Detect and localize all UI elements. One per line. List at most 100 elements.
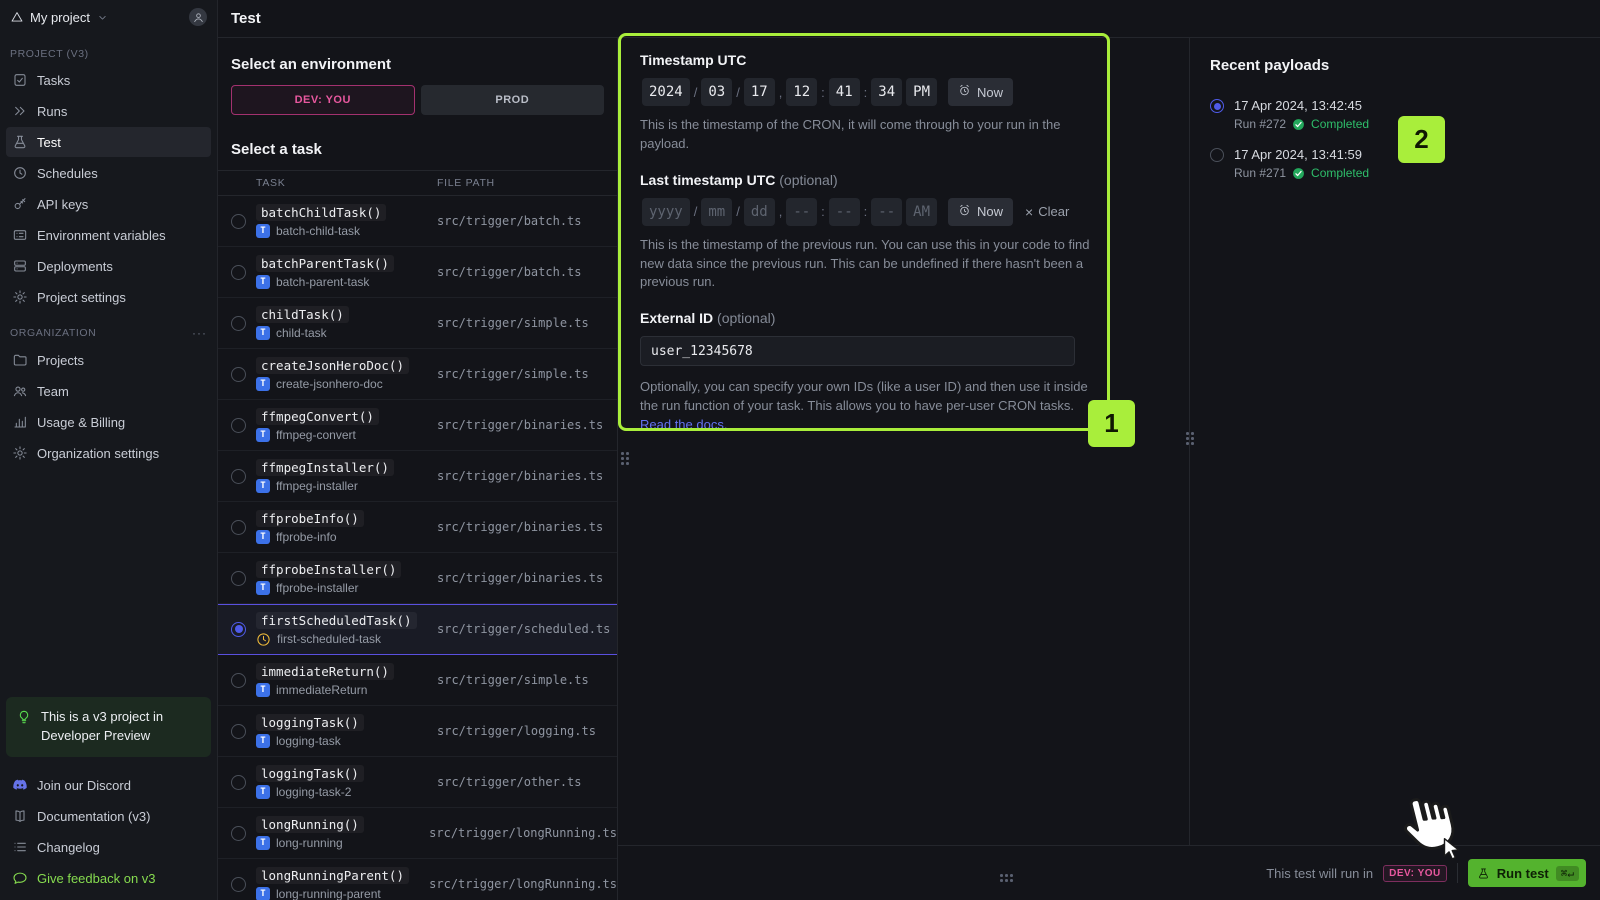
sidebar-item-changelog[interactable]: Changelog	[6, 832, 211, 862]
task-type-badge: T	[256, 887, 270, 900]
task-table-header: TASK FILE PATH	[218, 170, 617, 196]
payload-run-number: Run #271	[1234, 166, 1287, 180]
timestamp-label: Timestamp UTC	[640, 52, 747, 68]
task-row-long-running[interactable]: longRunning() Tlong-running src/trigger/lo…	[218, 808, 617, 859]
external-id-label: External ID (optional)	[640, 310, 776, 327]
key-icon	[12, 196, 28, 212]
task-row-first-scheduled-task[interactable]: firstScheduledTask() first-scheduled-task…	[218, 604, 617, 655]
task-id: ffmpeg-convert	[276, 428, 356, 442]
now-button[interactable]: Now	[948, 78, 1014, 106]
payload-item-run-271[interactable]: 17 Apr 2024, 13:41:59 Run #271 Completed	[1210, 147, 1600, 180]
task-id: create-jsonhero-doc	[276, 377, 383, 391]
task-file-path: src/trigger/binaries.ts	[437, 418, 604, 432]
task-row-batch-parent-task[interactable]: batchParentTask() Tbatch-parent-task src/t…	[218, 247, 617, 298]
divider	[1456, 863, 1458, 883]
task-radio[interactable]	[231, 468, 246, 484]
payload-run-number: Run #272	[1234, 117, 1287, 131]
alarm-clock-icon	[958, 204, 971, 220]
datetime-segment[interactable]: 12	[786, 78, 818, 106]
task-radio[interactable]	[231, 417, 246, 433]
task-radio[interactable]	[231, 264, 246, 280]
sidebar-item-projects[interactable]: Projects	[6, 345, 211, 375]
sidebar-item-tasks[interactable]: Tasks	[6, 65, 211, 95]
task-row-long-running-parent[interactable]: longRunningParent() Tlong-running-parent s…	[218, 859, 617, 900]
datetime-segment[interactable]: --	[786, 197, 818, 226]
task-file-path: src/trigger/binaries.ts	[437, 571, 604, 585]
task-row-ffprobe-installer[interactable]: ffprobeInstaller() Tffprobe-installer src/…	[218, 553, 617, 604]
task-radio[interactable]	[231, 213, 246, 229]
sidebar-item-label: Runs	[37, 103, 68, 119]
sidebar-item-documentation-v3[interactable]: Documentation (v3)	[6, 801, 211, 831]
datetime-segment[interactable]: 41	[828, 78, 860, 106]
datetime-segment[interactable]: 03	[701, 78, 733, 106]
datetime-segment[interactable]: 2024	[642, 78, 690, 106]
sidebar-item-deployments[interactable]: Deployments	[6, 251, 211, 281]
run-test-button[interactable]: Run test ⌘↵	[1467, 859, 1586, 887]
sidebar-item-team[interactable]: Team	[6, 376, 211, 406]
sidebar-item-environment-variables[interactable]: Environment variables	[6, 220, 211, 250]
datetime-segment[interactable]: mm	[701, 197, 733, 226]
payload-radio[interactable]	[1210, 148, 1224, 162]
bottom-action-bar: This test will run in DEV: YOU Run test …	[618, 845, 1600, 900]
datetime-segment[interactable]: --	[828, 197, 860, 226]
chevron-down-icon	[96, 11, 109, 24]
timestamp-help: This is the timestamp of the CRON, it wi…	[640, 117, 1061, 151]
task-type-badge: T	[256, 683, 270, 697]
payload-item-run-272[interactable]: 17 Apr 2024, 13:42:45 Run #272 Completed	[1210, 98, 1600, 131]
task-row-ffmpeg-installer[interactable]: ffmpegInstaller() Tffmpeg-installer src/tr…	[218, 451, 617, 502]
clear-button[interactable]: × Clear	[1025, 204, 1069, 220]
sidebar-item-label: Tasks	[37, 72, 71, 88]
datetime-segment[interactable]: dd	[743, 197, 775, 226]
task-radio[interactable]	[231, 570, 246, 586]
main-area: Test Select an environment DEV: YOU PROD …	[218, 0, 1600, 900]
sidebar-item-join-our-discord[interactable]: Join our Discord	[6, 770, 211, 800]
external-id-input[interactable]: user_12345678	[640, 336, 1075, 367]
task-row-immediatereturn[interactable]: immediateReturn() TimmediateReturn src/tri…	[218, 655, 617, 706]
external-id-help: Optionally, you can specify your own IDs…	[640, 378, 1092, 435]
task-radio[interactable]	[231, 723, 246, 739]
payload-radio[interactable]	[1210, 99, 1224, 113]
env-button-prod[interactable]: PROD	[420, 85, 604, 115]
sidebar-item-runs[interactable]: Runs	[6, 96, 211, 126]
sidebar-item-schedules[interactable]: Schedules	[6, 158, 211, 188]
check-circle-icon	[1292, 167, 1305, 180]
task-name: firstScheduledTask()	[256, 611, 417, 629]
read-the-docs-link[interactable]: Read the docs.	[640, 416, 1092, 435]
sidebar-item-organization-settings[interactable]: Organization settings	[6, 438, 211, 468]
task-radio[interactable]	[231, 621, 246, 637]
task-row-logging-task[interactable]: loggingTask() Tlogging-task src/trigger/lo…	[218, 706, 617, 757]
task-radio[interactable]	[231, 672, 246, 688]
meridiem-segment[interactable]: PM	[906, 78, 937, 106]
project-selector[interactable]: My project	[0, 0, 217, 34]
user-avatar[interactable]	[189, 8, 207, 26]
now-button[interactable]: Now	[948, 197, 1014, 226]
sidebar-item-give-feedback-on-v3[interactable]: Give feedback on v3	[6, 863, 211, 893]
task-row-batch-child-task[interactable]: batchChildTask() Tbatch-child-task src/tri…	[218, 196, 617, 247]
task-row-logging-task-2[interactable]: loggingTask() Tlogging-task-2 src/trigger/…	[218, 757, 617, 808]
task-radio[interactable]	[231, 825, 246, 841]
task-radio[interactable]	[231, 519, 246, 535]
env-button-dev-you[interactable]: DEV: YOU	[231, 85, 415, 115]
task-row-create-jsonhero-doc[interactable]: createJsonHeroDoc() Tcreate-jsonhero-doc s…	[218, 349, 617, 400]
task-radio[interactable]	[231, 366, 246, 382]
section-menu-button[interactable]: ···	[192, 326, 207, 340]
task-radio[interactable]	[231, 315, 246, 331]
sidebar-item-test[interactable]: Test	[6, 127, 211, 157]
segment-separator: :	[821, 84, 825, 100]
datetime-segment[interactable]: yyyy	[642, 197, 690, 226]
task-row-ffprobe-info[interactable]: ffprobeInfo() Tffprobe-info src/trigger/bi…	[218, 502, 617, 553]
sidebar-item-project-settings[interactable]: Project settings	[6, 282, 211, 312]
task-radio[interactable]	[231, 774, 246, 790]
task-radio[interactable]	[231, 876, 246, 892]
sidebar-item-label: Give feedback on v3	[37, 870, 156, 886]
datetime-segment[interactable]: --	[871, 197, 903, 226]
sidebar-item-api-keys[interactable]: API keys	[6, 189, 211, 219]
datetime-segment[interactable]: 17	[743, 78, 775, 106]
task-name: ffmpegConvert()	[256, 408, 379, 425]
environment-heading: Select an environment	[231, 56, 392, 73]
task-row-ffmpeg-convert[interactable]: ffmpegConvert() Tffmpeg-convert src/trigge…	[218, 400, 617, 451]
meridiem-segment[interactable]: AM	[906, 197, 937, 226]
task-row-child-task[interactable]: childTask() Tchild-task src/trigger/simple…	[218, 298, 617, 349]
datetime-segment[interactable]: 34	[871, 78, 903, 106]
sidebar-item-usage-billing[interactable]: Usage & Billing	[6, 407, 211, 437]
